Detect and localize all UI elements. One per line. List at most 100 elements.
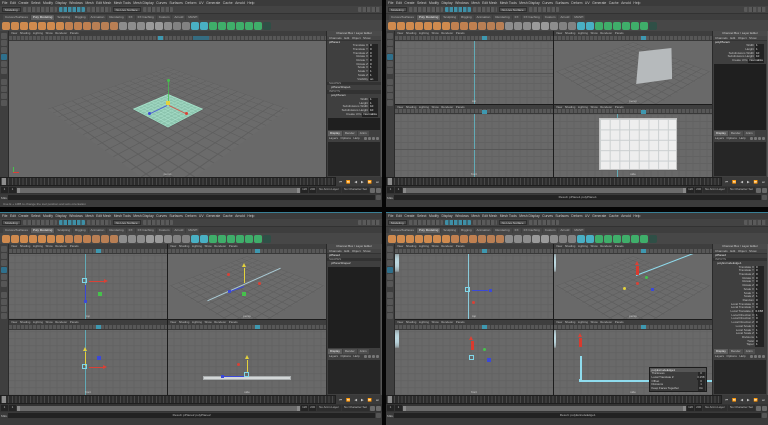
- channel-box-tab[interactable]: Edit: [344, 36, 349, 40]
- channel-value-field[interactable]: on: [369, 77, 378, 82]
- menu-item[interactable]: Select: [31, 214, 40, 218]
- anim-start-field[interactable]: 1: [1, 187, 8, 193]
- menuset-dropdown[interactable]: Modeling: [388, 219, 407, 226]
- manip-x-axis[interactable]: [88, 367, 103, 369]
- sidebar-toggle-group[interactable]: [358, 219, 380, 226]
- shelf-icon[interactable]: [56, 234, 64, 243]
- layers-menu[interactable]: Layers: [329, 354, 338, 358]
- shelf-icon[interactable]: [227, 234, 235, 243]
- tool-icon[interactable]: [1, 281, 7, 287]
- menu-item[interactable]: Windows: [69, 1, 83, 5]
- tool-icon[interactable]: [387, 47, 393, 53]
- playback-button[interactable]: ⏩: [754, 398, 758, 402]
- manip-x-arrow[interactable]: [579, 338, 583, 348]
- shelf-icon[interactable]: [29, 21, 37, 30]
- shelf-icon[interactable]: [532, 234, 540, 243]
- history-buttons-group[interactable]: [86, 6, 111, 13]
- menu-item[interactable]: Create: [18, 1, 28, 5]
- side-canvas[interactable]: polyExtrudeEdge1 Thickness 0 Local Trans…: [554, 329, 712, 395]
- shelf-icon[interactable]: [101, 21, 109, 30]
- menu-item[interactable]: Mesh: [471, 214, 479, 218]
- shelf-icon[interactable]: [613, 21, 621, 30]
- curve-corner-vertex[interactable]: [579, 378, 583, 382]
- shelf-icon[interactable]: [182, 234, 190, 243]
- plane-object-face-on[interactable]: [598, 117, 677, 170]
- channel-box-tab[interactable]: Channels: [715, 36, 728, 40]
- menu-item[interactable]: Edit Mesh: [96, 214, 111, 218]
- tool-icon[interactable]: [387, 306, 393, 312]
- character-set-selector[interactable]: No Character Set: [341, 187, 369, 193]
- pane-side[interactable]: View Shading Lighting Show Renderer Panels: [168, 320, 326, 395]
- range-bar[interactable]: [403, 187, 687, 193]
- menu-item[interactable]: Display: [441, 214, 452, 218]
- shelf-icon[interactable]: [469, 234, 477, 243]
- menu-item[interactable]: Edit: [10, 1, 16, 5]
- tool-icon[interactable]: [387, 33, 393, 39]
- menu-item[interactable]: Cache: [609, 214, 619, 218]
- menu-item[interactable]: Display: [55, 1, 66, 5]
- shelf-icon[interactable]: [173, 21, 181, 30]
- playback-button[interactable]: ▶: [361, 398, 364, 402]
- shelf-icon[interactable]: [38, 21, 46, 30]
- hud-toggle-chip[interactable]: [640, 249, 646, 253]
- playback-button[interactable]: ⏩: [368, 398, 372, 402]
- tool-icon[interactable]: [387, 281, 393, 287]
- command-language-label[interactable]: MEL: [387, 196, 393, 200]
- shelf-icon[interactable]: [478, 234, 486, 243]
- menu-item[interactable]: Display: [441, 1, 452, 5]
- tool-icon[interactable]: [387, 313, 393, 319]
- shelf-icon[interactable]: [11, 21, 19, 30]
- menu-item[interactable]: Curves: [156, 1, 167, 5]
- shelf-icon[interactable]: [577, 234, 585, 243]
- curve-vertical-segment[interactable]: [580, 355, 583, 380]
- menu-item[interactable]: UV: [585, 1, 590, 5]
- shelf-icon[interactable]: [65, 234, 73, 243]
- manip-z-handle[interactable]: [650, 288, 654, 291]
- shelf-icon[interactable]: [2, 234, 10, 243]
- live-surface-field[interactable]: No Live Surface: [498, 6, 527, 13]
- channel-box-tab[interactable]: Show: [749, 249, 757, 253]
- manip-center-handle[interactable]: [81, 364, 87, 370]
- manip-x-arrowhead[interactable]: [103, 279, 108, 283]
- menu-item[interactable]: Mesh: [471, 1, 479, 5]
- manip-x-handle[interactable]: [471, 300, 475, 304]
- script-editor-icon[interactable]: [376, 195, 381, 200]
- playback-button[interactable]: ⏩: [754, 180, 758, 184]
- manip-y-arrowhead[interactable]: [82, 347, 87, 352]
- shelf-icon[interactable]: [514, 21, 522, 30]
- playback-button[interactable]: ⏭: [376, 180, 379, 184]
- shelf-icon[interactable]: [514, 234, 522, 243]
- snap-buttons-group[interactable]: [444, 6, 471, 13]
- file-buttons-group[interactable]: [22, 6, 57, 13]
- anim-layer-selector[interactable]: No Anim Layer: [317, 187, 341, 193]
- tool-icon[interactable]: [1, 79, 7, 85]
- shelf-icon[interactable]: [200, 234, 208, 243]
- shelf-icon[interactable]: [191, 234, 199, 243]
- shelf-icon[interactable]: [406, 234, 414, 243]
- command-input[interactable]: Result: pPlane1 polyPlane1: [394, 195, 761, 200]
- tool-icon[interactable]: [387, 253, 393, 259]
- menu-item[interactable]: File: [388, 214, 393, 218]
- shelf-icon[interactable]: [604, 234, 612, 243]
- menu-item[interactable]: Modify: [43, 1, 53, 5]
- shelf-icon[interactable]: [478, 21, 486, 30]
- menu-item[interactable]: File: [388, 1, 393, 5]
- menu-item[interactable]: Deform: [571, 214, 582, 218]
- anim-start-field[interactable]: 1: [387, 405, 394, 411]
- playback-button[interactable]: ◀: [354, 180, 357, 184]
- tool-icon[interactable]: [1, 40, 7, 46]
- shelf-icon[interactable]: [406, 21, 414, 30]
- shelf-icon[interactable]: [92, 234, 100, 243]
- tool-icon[interactable]: [387, 75, 393, 78]
- channel-box-tab[interactable]: Channels: [329, 36, 342, 40]
- tool-icon[interactable]: [1, 86, 7, 92]
- playback-button[interactable]: ⏪: [732, 398, 736, 402]
- shelf-icon[interactable]: [218, 234, 226, 243]
- menu-item[interactable]: Curves: [156, 214, 167, 218]
- menu-item[interactable]: Surfaces: [555, 214, 568, 218]
- menu-item[interactable]: Modify: [429, 214, 439, 218]
- menu-item[interactable]: Select: [417, 1, 426, 5]
- tool-icon[interactable]: [387, 288, 393, 291]
- anim-end-field[interactable]: 200: [695, 405, 703, 411]
- anim-layer-selector[interactable]: No Anim Layer: [317, 405, 341, 411]
